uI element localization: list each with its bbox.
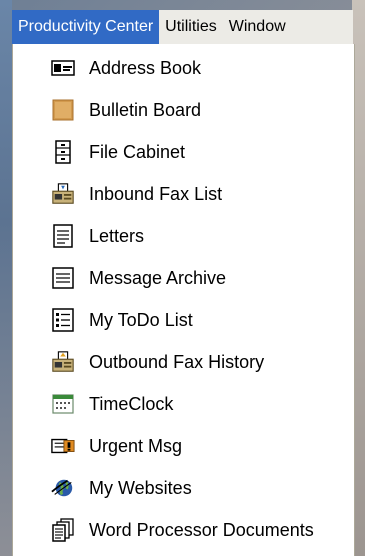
outbound-fax-icon [51,350,75,374]
menu-item-label: Bulletin Board [89,99,202,120]
menu-item-urgent-msg[interactable]: Urgent Msg [13,426,354,466]
menu-item-label: Message Archive [89,267,227,288]
menu-item-label: Inbound Fax List [89,183,223,204]
menu-item-label: Word Processor Documents [89,519,314,540]
menu-item-timeclock[interactable]: TimeClock [13,384,354,424]
menu-item-label: File Cabinet [89,141,186,162]
menu-item-outbound-fax-history[interactable]: Outbound Fax History [13,342,354,382]
menu-item-label: Outbound Fax History [89,351,265,372]
menu-item-label: My Websites [89,477,192,498]
menu-item-file-cabinet[interactable]: File Cabinet [13,132,354,172]
globe-icon [51,476,75,500]
file-cabinet-icon [51,140,75,164]
menu-item-bulletin-board[interactable]: Bulletin Board [13,90,354,130]
menu-item-label: Urgent Msg [89,435,183,456]
menu-item-label: Letters [89,225,145,246]
menu-item-my-websites[interactable]: My Websites [13,468,354,508]
address-book-icon [51,56,75,80]
todo-list-icon [51,308,75,332]
menu-item-my-todo-list[interactable]: My ToDo List [13,300,354,340]
desktop-background-left [0,0,12,556]
menu-item-label: Address Book [89,57,202,78]
menu-utilities[interactable]: Utilities [159,10,223,44]
menu-item-letters[interactable]: Letters [13,216,354,256]
timeclock-icon [51,392,75,416]
inbound-fax-icon [51,182,75,206]
word-processor-icon [51,518,75,542]
urgent-msg-icon [51,434,75,458]
menu-item-inbound-fax-list[interactable]: Inbound Fax List [13,174,354,214]
menu-window[interactable]: Window [223,10,292,44]
menu-item-label: TimeClock [89,393,174,414]
message-archive-icon [51,266,75,290]
menu-item-word-processor-documents[interactable]: Word Processor Documents [13,510,354,550]
menu-productivity-center[interactable]: Productivity Center [12,10,160,44]
menu-item-label: My ToDo List [89,309,193,330]
menu-item-message-archive[interactable]: Message Archive [13,258,354,298]
bulletin-board-icon [51,98,75,122]
productivity-center-dropdown: Address Book Bulletin Board File Cabinet [12,44,355,556]
letters-icon [51,224,75,248]
menu-bar: Productivity Center Utilities Window [12,10,353,45]
menu-item-address-book[interactable]: Address Book [13,48,354,88]
